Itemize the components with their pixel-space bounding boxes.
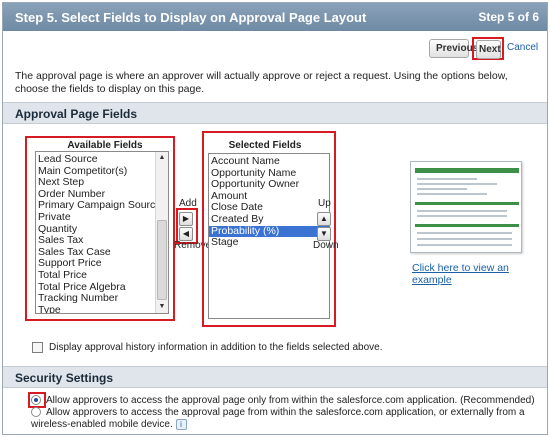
selected-fields-listbox[interactable]: Account Name Opportunity Name Opportunity … xyxy=(208,153,330,319)
radio-external-label: Allow approvers to access the approval p… xyxy=(31,407,525,431)
available-fields-scrollbar[interactable]: ▲ ▼ xyxy=(155,152,168,313)
radio-internal-label: Allow approvers to access the approval p… xyxy=(46,395,535,406)
radio-external-mobile[interactable] xyxy=(31,407,41,417)
thumbnail-header-bar xyxy=(415,168,519,173)
thumbnail-line xyxy=(417,232,512,234)
move-down-button[interactable]: ▼ xyxy=(317,227,331,241)
example-thumbnail-image[interactable] xyxy=(410,161,522,253)
field-option[interactable]: Account Name xyxy=(209,155,329,168)
move-up-button[interactable]: ▲ xyxy=(317,212,331,226)
available-fields-listbox[interactable]: Lead Source Main Competitor(s) Next Step Or… xyxy=(35,151,169,314)
approval-wizard-panel: Step 5. Select Fields to Display on Appr… xyxy=(2,2,548,435)
selected-fields-options: Account Name Opportunity Name Opportunity … xyxy=(209,155,329,249)
field-option[interactable]: Lead Source xyxy=(36,153,154,166)
thumbnail-section-bar xyxy=(415,224,519,227)
thumbnail-line xyxy=(417,238,512,240)
security-option-internal[interactable]: Allow approvers to access the approval p… xyxy=(31,395,535,407)
arrow-down-icon: ▼ xyxy=(320,229,328,238)
step-indicator: Step 5 of 6 xyxy=(478,10,539,24)
scroll-up-icon[interactable]: ▲ xyxy=(156,152,168,164)
previous-button[interactable]: Previous xyxy=(429,39,478,58)
section-title: Approval Page Fields xyxy=(15,107,138,121)
field-option[interactable]: Stage xyxy=(209,237,329,249)
arrow-up-icon: ▲ xyxy=(320,214,328,223)
scroll-down-icon[interactable]: ▼ xyxy=(156,301,168,313)
field-option[interactable]: Total Price xyxy=(36,269,154,282)
add-arrow-button[interactable]: ▶ xyxy=(179,212,193,226)
security-settings-section-header: Security Settings xyxy=(3,366,547,388)
thumbnail-line xyxy=(417,210,507,212)
approval-history-option[interactable]: Display approval history information in … xyxy=(32,342,383,353)
page-title: Step 5. Select Fields to Display on Appr… xyxy=(15,10,367,25)
available-fields-options: Lead Source Main Competitor(s) Next Step Or… xyxy=(36,153,161,313)
radio-internal-only[interactable] xyxy=(31,395,41,405)
security-option-external[interactable]: Allow approvers to access the approval p… xyxy=(31,407,531,431)
available-fields-title: Available Fields xyxy=(67,140,143,151)
field-option[interactable]: Sales Tax xyxy=(36,235,154,247)
wizard-toolbar: Previous Next Cancel xyxy=(3,37,547,61)
info-icon[interactable]: i xyxy=(175,419,187,430)
thumbnail-line xyxy=(417,215,507,217)
remove-arrow-button[interactable]: ◀ xyxy=(179,227,193,241)
scroll-thumb[interactable] xyxy=(157,220,167,300)
view-example-link[interactable]: Click here to view an example xyxy=(412,262,517,286)
field-option[interactable]: Tracking Number xyxy=(36,293,154,305)
arrow-right-icon: ▶ xyxy=(182,214,190,223)
down-label: Down xyxy=(313,240,339,251)
field-option[interactable]: Private xyxy=(36,211,154,224)
field-option[interactable]: Type xyxy=(36,304,154,313)
approval-page-fields-section-header: Approval Page Fields xyxy=(3,102,547,124)
field-option[interactable]: Created By xyxy=(209,213,329,226)
step-description: The approval page is where an approver w… xyxy=(15,70,508,95)
next-button[interactable]: Next xyxy=(476,40,501,59)
wizard-title-bar: Step 5. Select Fields to Display on Appr… xyxy=(3,3,547,31)
approval-history-checkbox[interactable] xyxy=(32,342,43,353)
next-button-highlight: Next xyxy=(472,37,504,60)
cancel-link[interactable]: Cancel xyxy=(507,42,538,53)
thumbnail-line xyxy=(417,193,487,195)
approval-history-label: Display approval history information in … xyxy=(49,342,383,354)
up-label: Up xyxy=(318,198,331,209)
thumbnail-line xyxy=(417,244,512,246)
thumbnail-line xyxy=(417,188,467,190)
thumbnail-line xyxy=(417,178,477,180)
thumbnail-section-bar xyxy=(415,202,519,205)
selected-fields-title: Selected Fields xyxy=(228,140,302,151)
arrow-left-icon: ◀ xyxy=(182,229,190,238)
thumbnail-line xyxy=(417,183,497,185)
section-title: Security Settings xyxy=(15,371,114,385)
